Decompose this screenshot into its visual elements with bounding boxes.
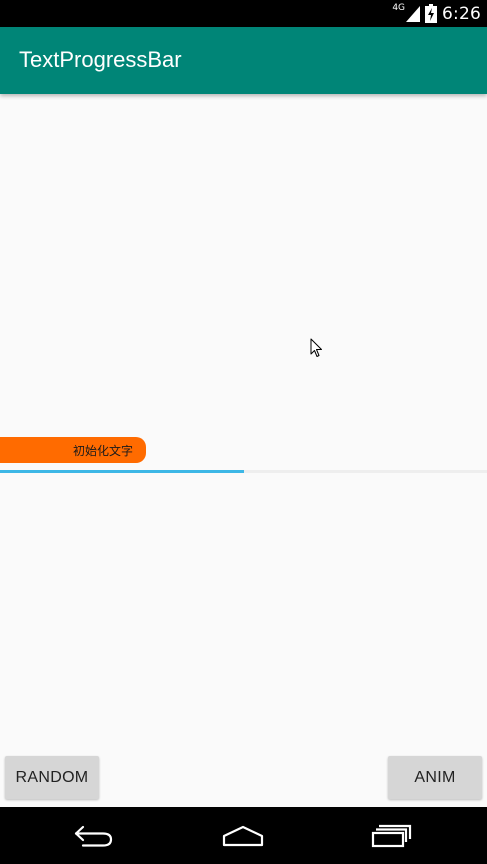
recents-icon xyxy=(371,824,412,848)
progress-bar-fill xyxy=(0,470,244,473)
mouse-pointer-icon xyxy=(310,338,322,357)
recents-button[interactable] xyxy=(362,817,422,855)
content-area: 初始化文字 RANDOM ANIM xyxy=(0,94,487,807)
back-button[interactable] xyxy=(65,817,125,855)
cell-signal-icon xyxy=(406,5,421,22)
navigation-bar xyxy=(0,807,487,864)
home-button[interactable] xyxy=(213,817,273,855)
screen: 4G 6:26 TextProgressBar 初始化文字 RANDOM ANI… xyxy=(0,0,487,864)
status-icons: 4G 6:26 xyxy=(392,2,481,25)
status-clock: 6:26 xyxy=(442,3,481,24)
progress-bar-track xyxy=(0,470,487,473)
progress-label-bubble: 初始化文字 xyxy=(0,437,146,463)
anim-button[interactable]: ANIM xyxy=(388,756,482,799)
progress-label-text: 初始化文字 xyxy=(72,443,133,458)
app-bar: TextProgressBar xyxy=(0,27,487,94)
app-title: TextProgressBar xyxy=(19,47,182,72)
home-icon xyxy=(222,825,264,847)
battery-charging-icon xyxy=(425,4,438,23)
network-type-label: 4G xyxy=(392,2,406,13)
random-button[interactable]: RANDOM xyxy=(5,756,99,799)
status-bar: 4G 6:26 xyxy=(0,0,487,27)
back-icon xyxy=(74,825,113,847)
